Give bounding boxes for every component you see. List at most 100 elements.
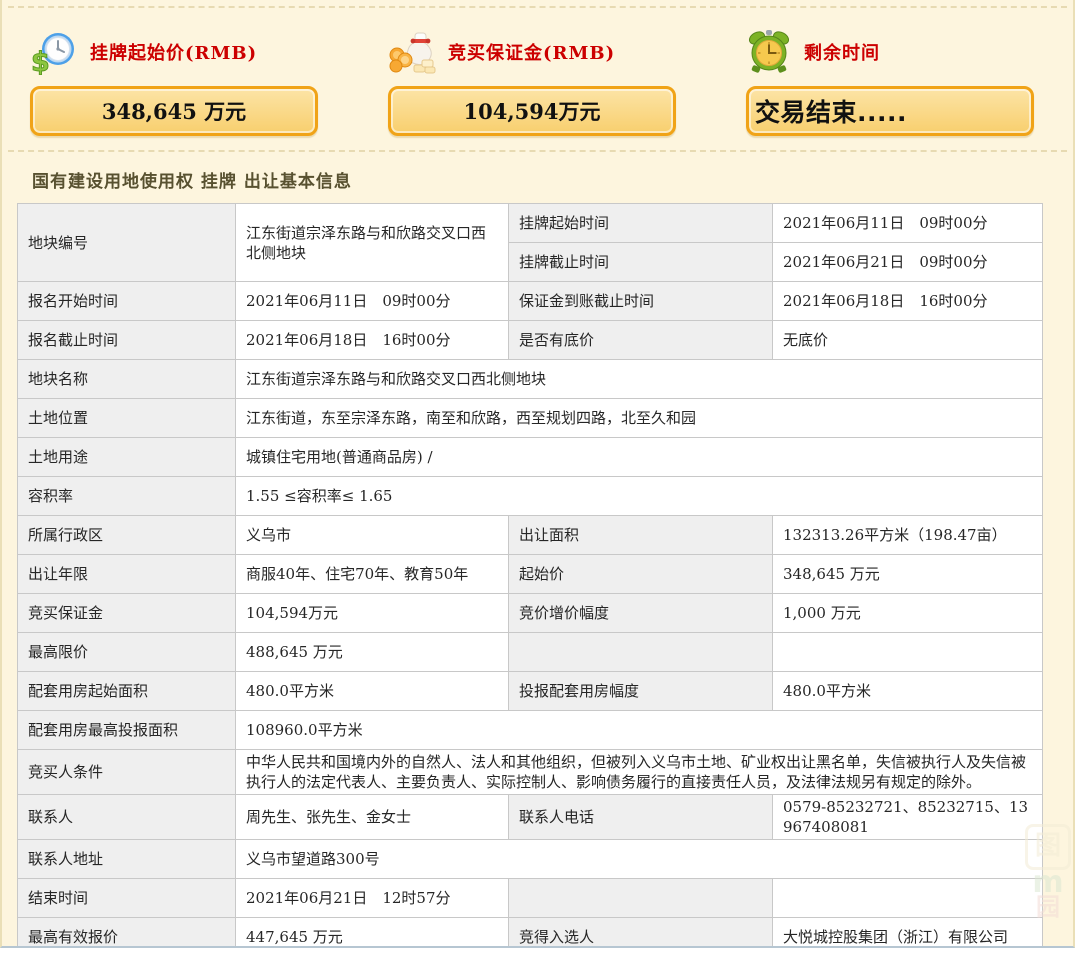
value-area: 132313.26平方米（198.47亩） (773, 516, 1043, 555)
table-row: 联系人地址 义乌市望道路300号 (18, 840, 1043, 879)
label-plot-no: 地块编号 (18, 204, 236, 282)
label-listing-start: 挂牌起始时间 (509, 204, 773, 243)
label-support-increment: 投报配套用房幅度 (509, 672, 773, 711)
remaining-time-value: 交易结束..... (755, 93, 907, 129)
label-signup-start: 报名开始时间 (18, 282, 236, 321)
value-reserve: 无底价 (773, 321, 1043, 360)
value-support-start-area: 480.0平方米 (236, 672, 509, 711)
alarm-clock-icon (746, 29, 792, 75)
bid-deposit-value: 104,594万元 (464, 96, 601, 126)
value-signup-end: 2021年06月18日 16时00分 (236, 321, 509, 360)
section-title: 国有建设用地使用权 挂牌 出让基本信息 (2, 152, 1073, 203)
value-contact: 周先生、张先生、金女士 (236, 795, 509, 840)
value-contact-address: 义乌市望道路300号 (236, 840, 1043, 879)
label-land-use: 土地用途 (18, 438, 236, 477)
label-location: 土地位置 (18, 399, 236, 438)
table-row: 地块编号 江东街道宗泽东路与和欣路交叉口西北侧地块 挂牌起始时间 2021年06… (18, 204, 1043, 243)
stat-label: 剩余时间 (804, 39, 880, 65)
value-listing-end: 2021年06月21日 09时00分 (773, 243, 1043, 282)
value-signup-start: 2021年06月11日 09时00分 (236, 282, 509, 321)
value-location: 江东街道，东至宗泽东路，南至和欣路，西至规划四路，北至久和园 (236, 399, 1043, 438)
value-highest-bid: 447,645 万元 (236, 918, 509, 949)
stat-label: 挂牌起始价(RMB) (90, 39, 257, 65)
label-end-time: 结束时间 (18, 879, 236, 918)
label-bidder-conditions: 竞买人条件 (18, 750, 236, 795)
table-row: 土地位置 江东街道，东至宗泽东路，南至和欣路，西至规划四路，北至久和园 (18, 399, 1043, 438)
table-row: 报名截止时间 2021年06月18日 16时00分 是否有底价 无底价 (18, 321, 1043, 360)
stat-remaining-time: 剩余时间 交易结束..... (746, 26, 1034, 136)
table-row: 配套用房最高投报面积 108960.0平方米 (18, 711, 1043, 750)
value-plot-ratio: 1.55 ≤容积率≤ 1.65 (236, 477, 1043, 516)
stat-head: 剩余时间 (746, 26, 1034, 78)
stats-bar: $ 挂牌起始价(RMB) 348,645 万元 (2, 8, 1073, 136)
stat-head: $ 挂牌起始价(RMB) (30, 26, 318, 78)
price-clock-icon: $ (30, 29, 78, 75)
table-row: 最高限价 488,645 万元 (18, 633, 1043, 672)
value-deposit-deadline: 2021年06月18日 16时00分 (773, 282, 1043, 321)
value-end-time: 2021年06月21日 12时57分 (236, 879, 509, 918)
value-increment: 1,000 万元 (773, 594, 1043, 633)
table-row: 竞买保证金 104,594万元 竞价增价幅度 1,000 万元 (18, 594, 1043, 633)
stat-listing-start-price: $ 挂牌起始价(RMB) 348,645 万元 (30, 26, 318, 136)
bid-deposit-box: 104,594万元 (388, 86, 676, 136)
land-info-table: 地块编号 江东街道宗泽东路与和欣路交叉口西北侧地块 挂牌起始时间 2021年06… (17, 203, 1043, 948)
stat-label: 竞买保证金(RMB) (448, 39, 615, 65)
remaining-time-box: 交易结束..... (746, 86, 1034, 136)
table-row: 联系人 周先生、张先生、金女士 联系人电话 0579-85232721、8523… (18, 795, 1043, 840)
label-contact: 联系人 (18, 795, 236, 840)
label-reserve: 是否有底价 (509, 321, 773, 360)
value-contact-phone: 0579-85232721、85232715、13967408081 (773, 795, 1043, 840)
value-max-price: 488,645 万元 (236, 633, 509, 672)
value-listing-start: 2021年06月11日 09时00分 (773, 204, 1043, 243)
table-row: 报名开始时间 2021年06月11日 09时00分 保证金到账截止时间 2021… (18, 282, 1043, 321)
table-row: 土地用途 城镇住宅用地(普通商品房) / (18, 438, 1043, 477)
label-district: 所属行政区 (18, 516, 236, 555)
label-support-start-area: 配套用房起始面积 (18, 672, 236, 711)
svg-text:$: $ (31, 47, 50, 75)
table-row: 结束时间 2021年06月21日 12时57分 (18, 879, 1043, 918)
label-plot-name: 地块名称 (18, 360, 236, 399)
value-support-max-area: 108960.0平方米 (236, 711, 1043, 750)
label-start-price: 起始价 (509, 555, 773, 594)
value-tenure: 商服40年、住宅70年、教育50年 (236, 555, 509, 594)
deposit-money-icon (388, 29, 436, 75)
empty-value-cell (773, 633, 1043, 672)
empty-value-cell (773, 879, 1043, 918)
value-bidder-conditions: 中华人民共和国境内外的自然人、法人和其他组织，但被列入义乌市土地、矿业权出让黑名… (236, 750, 1043, 795)
label-highest-bid: 最高有效报价 (18, 918, 236, 949)
listing-start-price-box: 348,645 万元 (30, 86, 318, 136)
land-listing-page: $ 挂牌起始价(RMB) 348,645 万元 (0, 0, 1075, 948)
table-row: 所属行政区 义乌市 出让面积 132313.26平方米（198.47亩） (18, 516, 1043, 555)
listing-start-price-value: 348,645 万元 (102, 96, 246, 126)
value-plot-no: 江东街道宗泽东路与和欣路交叉口西北侧地块 (236, 204, 509, 282)
label-plot-ratio: 容积率 (18, 477, 236, 516)
label-contact-address: 联系人地址 (18, 840, 236, 879)
label-area: 出让面积 (509, 516, 773, 555)
table-row: 竞买人条件 中华人民共和国境内外的自然人、法人和其他组织，但被列入义乌市土地、矿… (18, 750, 1043, 795)
label-deposit-deadline: 保证金到账截止时间 (509, 282, 773, 321)
label-support-max-area: 配套用房最高投报面积 (18, 711, 236, 750)
label-listing-end: 挂牌截止时间 (509, 243, 773, 282)
value-district: 义乌市 (236, 516, 509, 555)
table-row: 出让年限 商服40年、住宅70年、教育50年 起始价 348,645 万元 (18, 555, 1043, 594)
label-signup-end: 报名截止时间 (18, 321, 236, 360)
empty-label-cell (509, 633, 773, 672)
value-start-price: 348,645 万元 (773, 555, 1043, 594)
table-row: 容积率 1.55 ≤容积率≤ 1.65 (18, 477, 1043, 516)
value-support-increment: 480.0平方米 (773, 672, 1043, 711)
table-row: 配套用房起始面积 480.0平方米 投报配套用房幅度 480.0平方米 (18, 672, 1043, 711)
value-plot-name: 江东街道宗泽东路与和欣路交叉口西北侧地块 (236, 360, 1043, 399)
stat-head: 竞买保证金(RMB) (388, 26, 676, 78)
label-deposit: 竞买保证金 (18, 594, 236, 633)
value-land-use: 城镇住宅用地(普通商品房) / (236, 438, 1043, 477)
table-row: 地块名称 江东街道宗泽东路与和欣路交叉口西北侧地块 (18, 360, 1043, 399)
label-tenure: 出让年限 (18, 555, 236, 594)
value-winner: 大悦城控股集团（浙江）有限公司 (773, 918, 1043, 949)
stat-bid-deposit: 竞买保证金(RMB) 104,594万元 (388, 26, 676, 136)
table-row: 最高有效报价 447,645 万元 竞得入选人 大悦城控股集团（浙江）有限公司 (18, 918, 1043, 949)
label-max-price: 最高限价 (18, 633, 236, 672)
value-deposit: 104,594万元 (236, 594, 509, 633)
label-winner: 竞得入选人 (509, 918, 773, 949)
label-contact-phone: 联系人电话 (509, 795, 773, 840)
label-increment: 竞价增价幅度 (509, 594, 773, 633)
